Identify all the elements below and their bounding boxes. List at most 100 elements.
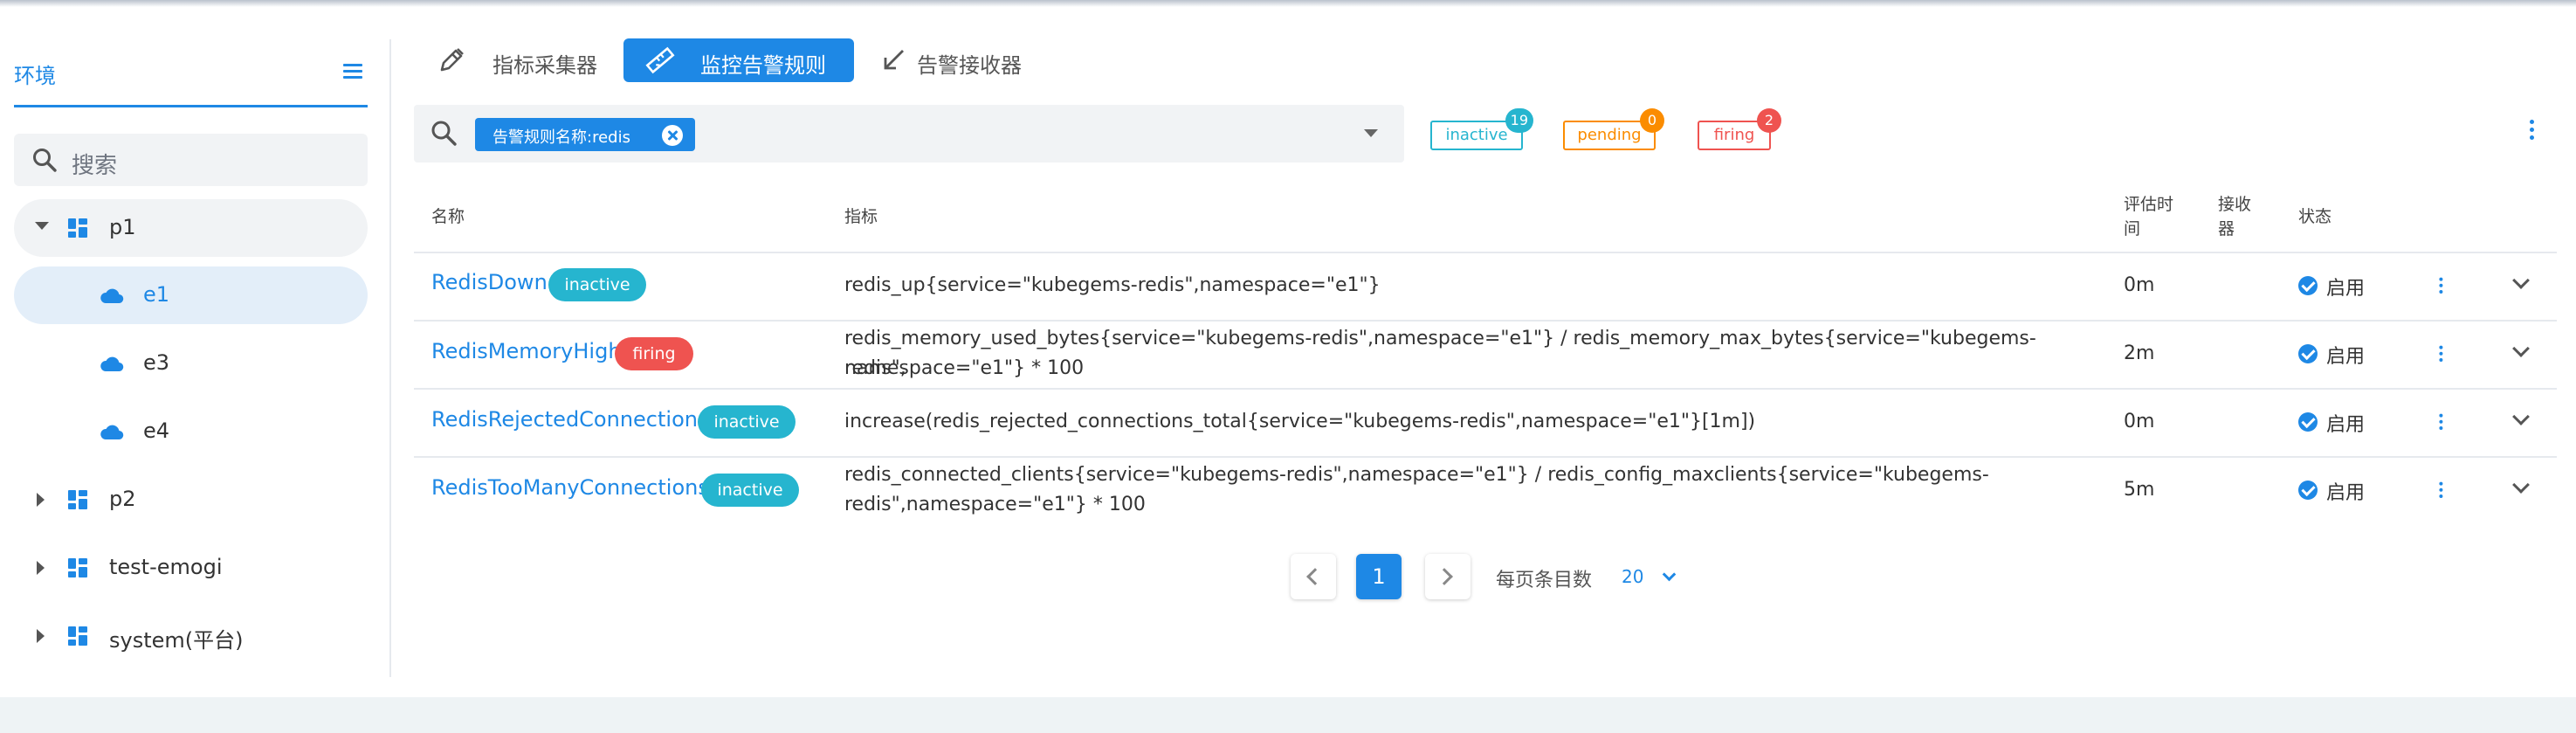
cloud-icon	[100, 425, 124, 440]
tree-item-system[interactable]: system(平台)	[14, 607, 368, 665]
menu-icon[interactable]	[343, 64, 362, 80]
legend-label: inactive	[1445, 126, 1508, 144]
tree-item-label: test-emogi	[109, 555, 223, 579]
rule-expression: redis_connected_clients{service="kubegem…	[844, 464, 1989, 486]
tab-label: 告警接收器	[917, 53, 1022, 78]
tree-item-test-emogi[interactable]: test-emogi	[14, 539, 368, 597]
tab-label: 监控告警规则	[700, 53, 826, 78]
row-more-icon[interactable]	[2438, 481, 2443, 501]
sidebar-header: 环境	[14, 39, 368, 107]
tree-item-label: e1	[143, 282, 170, 307]
tree-item-label: p2	[109, 487, 136, 511]
prev-page-button[interactable]	[1291, 554, 1336, 599]
tab-alert-rules[interactable]: 监控告警规则	[623, 38, 854, 82]
legend-pending[interactable]: pending 0	[1563, 108, 1664, 150]
project-icon	[68, 218, 87, 238]
row-more-icon[interactable]	[2438, 345, 2443, 364]
filter-bar[interactable]: 告警规则名称:redis	[414, 105, 1404, 163]
window-top-shadow	[0, 0, 2576, 7]
tree-item-p1[interactable]: p1	[14, 199, 368, 257]
legend-label: pending	[1577, 126, 1642, 144]
status-label: 启用	[2326, 278, 2366, 300]
check-circle-icon	[2298, 412, 2318, 432]
caret-right-icon[interactable]	[37, 561, 45, 575]
rule-expression-cont: namespace="e1"} * 100	[844, 357, 1085, 379]
column-header-eval-cont: 间	[2124, 219, 2141, 239]
search-icon	[33, 149, 57, 172]
tree-item-e3[interactable]: e3	[14, 335, 368, 392]
row-more-icon[interactable]	[2438, 277, 2443, 296]
expand-chevron-icon[interactable]	[2512, 476, 2530, 494]
expand-chevron-icon[interactable]	[2512, 272, 2530, 289]
rule-name-link[interactable]: RedisDown	[431, 270, 548, 294]
rule-name-link[interactable]: RedisTooManyConnections	[431, 475, 709, 500]
expand-chevron-icon[interactable]	[2512, 340, 2530, 357]
tab-label: 指标采集器	[492, 53, 597, 78]
tree-item-e1[interactable]: e1	[14, 266, 368, 324]
row-divider	[414, 252, 2557, 253]
tree-item-p2[interactable]: p2	[14, 471, 368, 529]
page-button-current[interactable]: 1	[1356, 554, 1402, 599]
page-size-select[interactable]: 20	[1622, 566, 1643, 587]
tree-item-e4[interactable]: e4	[14, 403, 368, 460]
project-icon	[68, 490, 87, 509]
chevron-down-icon[interactable]	[1662, 567, 1677, 582]
rule-expression: redis_up{service="kubegems-redis",namesp…	[844, 274, 1381, 296]
pen-icon	[440, 48, 464, 72]
expand-chevron-icon[interactable]	[2512, 408, 2530, 425]
legend-inactive[interactable]: inactive 19	[1430, 108, 1533, 150]
column-header-expr: 指标	[844, 207, 878, 226]
more-vert-icon[interactable]	[2528, 120, 2535, 142]
check-circle-icon	[2298, 481, 2318, 500]
state-badge: firing	[615, 337, 693, 370]
tab-alert-receivers[interactable]: 告警接收器	[866, 38, 1050, 82]
chevron-left-icon	[1306, 568, 1324, 585]
legend-count: 2	[1757, 108, 1781, 133]
footer-band	[0, 697, 2576, 733]
legend-label: firing	[1713, 126, 1755, 144]
row-divider	[414, 456, 2557, 458]
caret-down-icon[interactable]	[35, 222, 49, 230]
chevron-down-icon[interactable]	[1364, 129, 1378, 137]
column-header-receiver: 接收	[2218, 195, 2252, 214]
close-icon[interactable]	[662, 125, 683, 146]
tab-metric-collector[interactable]: 指标采集器	[419, 38, 620, 82]
column-header-status: 状态	[2298, 207, 2332, 226]
rule-expression: increase(redis_rejected_connections_tota…	[844, 411, 1756, 432]
rule-name-link[interactable]: RedisMemoryHigh	[431, 339, 622, 363]
row-more-icon[interactable]	[2438, 413, 2443, 432]
chevron-right-icon	[1436, 568, 1453, 585]
state-badge: inactive	[698, 405, 796, 439]
filter-chip[interactable]: 告警规则名称:redis	[475, 118, 695, 151]
column-header-eval: 评估时	[2124, 195, 2174, 214]
column-header-name: 名称	[431, 207, 465, 226]
eval-interval: 2m	[2124, 342, 2155, 364]
ruler-icon	[645, 46, 675, 74]
sidebar-search-input[interactable]: 搜索	[14, 134, 368, 186]
status-label: 启用	[2326, 482, 2366, 504]
environment-sidebar: 环境 搜索 p1 e1 e3 e4 p2 test-emogi system(平…	[0, 39, 391, 677]
status-label: 启用	[2326, 346, 2366, 368]
arrow-down-left-icon	[884, 50, 904, 70]
legend-firing[interactable]: firing 2	[1698, 108, 1781, 150]
cloud-icon	[100, 356, 124, 372]
check-circle-icon	[2298, 276, 2318, 295]
tree-item-label: p1	[109, 215, 136, 239]
legend-count: 0	[1640, 108, 1664, 133]
next-page-button[interactable]	[1425, 554, 1471, 599]
search-placeholder: 搜索	[72, 153, 118, 179]
caret-right-icon[interactable]	[37, 493, 45, 507]
eval-interval: 5m	[2124, 479, 2155, 501]
eval-interval: 0m	[2124, 411, 2155, 432]
rule-name-link[interactable]: RedisRejectedConnections	[431, 407, 708, 432]
tree-item-label: system(平台)	[109, 628, 244, 653]
column-header-receiver-cont: 器	[2218, 219, 2235, 239]
state-badge: inactive	[701, 474, 799, 507]
rule-expression-cont: redis",namespace="e1"} * 100	[844, 494, 1146, 515]
project-icon	[68, 558, 87, 577]
status-label: 启用	[2326, 414, 2366, 436]
page-size-label: 每页条目数	[1496, 570, 1593, 591]
caret-right-icon[interactable]	[37, 629, 45, 643]
project-icon	[68, 626, 87, 646]
state-badge: inactive	[548, 268, 646, 301]
